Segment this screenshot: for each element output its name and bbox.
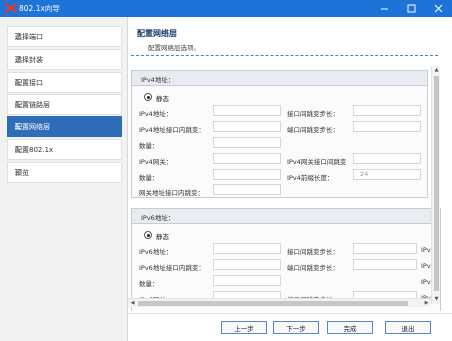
ipv4-group-header: IPv4地址： (132, 71, 427, 86)
main-panel: 配置网络层 配置网络层选项。 IPv4地址： 静态 IPv4地址： 接口间跳变步… (128, 17, 452, 341)
next-button[interactable]: 下一步 (273, 321, 319, 334)
ipv6-address-step-label: IPv6地址接口内跳变： (139, 264, 205, 272)
scroll-right-icon[interactable]: ▶ (422, 299, 431, 308)
ipv4-gateway-in-step-input[interactable] (213, 184, 281, 195)
ipv4-prefix-label: IPv4前缀长度： (287, 174, 334, 182)
ipv4-static-label: 静态 (156, 95, 169, 103)
ipv4-port-step-label: 接口间跳变步长： (287, 110, 339, 118)
ipv6-address-step-input[interactable] (213, 259, 281, 270)
ipv6-count-input[interactable] (213, 275, 281, 286)
ipv6-cut-label-2: IPv (421, 262, 431, 270)
title-bar: 802.1x向导 (0, 0, 452, 17)
divider (131, 55, 438, 56)
ipv4-prefix-input[interactable]: 24 (353, 169, 421, 180)
ipv4-gateway-input[interactable] (213, 153, 281, 164)
ipv6-group-header: IPv6地址： (132, 209, 440, 224)
ipv6-port-step2-label: 端口间跳变步长： (287, 264, 339, 272)
finish-button[interactable]: 完成 (327, 321, 373, 334)
scroll-down-icon[interactable]: ▼ (432, 295, 441, 304)
ipv4-count-input[interactable] (213, 137, 281, 148)
prev-button[interactable]: 上一步 (221, 321, 267, 334)
ipv4-gateway-step-label: IPv4网关接口间跳变 (287, 158, 347, 166)
vertical-scrollbar[interactable]: ▲ ▼ (431, 66, 440, 304)
ipv6-static-label: 静态 (156, 233, 169, 241)
ipv4-port-step2-label: 端口间跳变步长： (287, 126, 339, 134)
ipv6-header-label: IPv6地址： (141, 214, 175, 222)
ipv4-count-label: 数量： (139, 142, 159, 150)
sidebar-item-select-encapsulation[interactable]: ☰ 选择封装 (7, 49, 122, 70)
ipv6-cut-label-3: IPv (421, 278, 431, 286)
scroll-up-icon[interactable]: ▲ (432, 66, 441, 75)
ipv6-port-step-label: 接口间跳变步长： (287, 248, 339, 256)
ipv6-cut-label-1: IPv (421, 246, 431, 254)
ipv6-port-step-input[interactable] (353, 243, 417, 254)
ipv6-port-step2-input[interactable] (353, 259, 417, 270)
ipv4-count2-label: 数量： (139, 174, 159, 182)
ipv4-port-step2-input[interactable] (353, 121, 421, 132)
vertical-scroll-thumb[interactable] (434, 76, 439, 291)
sidebar-item-preview[interactable]: ☰ 预览 (7, 162, 122, 183)
ipv6-address-input[interactable] (213, 243, 281, 254)
scroll-left-icon[interactable]: ◀ (128, 299, 137, 308)
sidebar-item-label: 选择端口 (15, 32, 43, 41)
close-icon[interactable] (424, 0, 452, 17)
sidebar-item-label: 配置链路层 (15, 100, 50, 109)
page-title: 配置网络层 (137, 29, 177, 38)
ipv6-static-radio[interactable] (144, 231, 152, 239)
ipv6-count-label: 数量： (139, 280, 159, 288)
sidebar-item-config-network-layer[interactable]: ☰ 配置网络层 (7, 116, 122, 137)
ipv4-address-step-input[interactable] (213, 121, 281, 132)
ipv4-address-label: IPv4地址： (139, 110, 173, 118)
exit-button[interactable]: 退出 (385, 321, 431, 334)
window-title: 802.1x向导 (19, 4, 60, 13)
sidebar-item-config-8021x[interactable]: ☰ 配置802.1x (7, 139, 122, 160)
ipv4-group: IPv4地址： 静态 IPv4地址： 接口间跳变步长： IPv4地址接口内跳变：… (131, 70, 428, 198)
ipv6-address-label: IPv6地址： (139, 248, 173, 256)
maximize-icon[interactable] (397, 0, 425, 17)
horizontal-scroll-thumb[interactable] (138, 301, 408, 306)
form-scroll-area: IPv4地址： 静态 IPv4地址： 接口间跳变步长： IPv4地址接口内跳变：… (128, 61, 450, 311)
ipv4-gateway-label: IPv4网关： (139, 158, 173, 166)
wizard-sidebar: ☰ 选择端口 ☰ 选择封装 ☰ 配置接口 ☰ 配置链路层 ☰ 配置网络层 ☰ 配… (0, 17, 128, 341)
sidebar-item-select-port[interactable]: ☰ 选择端口 (7, 26, 122, 47)
sidebar-item-label: 选择封装 (15, 55, 43, 64)
sidebar-item-label: 预览 (15, 168, 29, 177)
app-logo-icon (5, 3, 17, 13)
ipv4-address-input[interactable] (213, 105, 281, 116)
ipv4-gateway-in-step-label: 网关地址接口内跳变： (139, 189, 204, 197)
ipv4-static-radio[interactable] (144, 93, 152, 101)
ipv4-count2-input[interactable] (213, 169, 281, 180)
sidebar-item-config-link-layer[interactable]: ☰ 配置链路层 (7, 94, 122, 115)
ipv4-address-step-label: IPv4地址接口内跳变： (139, 126, 205, 134)
ipv4-port-step-input[interactable] (353, 105, 421, 116)
sidebar-item-label: 配置802.1x (15, 145, 54, 154)
sidebar-item-label: 配置网络层 (15, 122, 50, 131)
ipv6-group: IPv6地址： 静态 IPv6地址： 接口间跳变步长： IPv IPv6地址接口… (131, 208, 441, 311)
minimize-icon[interactable] (370, 0, 398, 17)
ipv4-header-label: IPv4地址： (141, 76, 175, 84)
ipv4-gateway-step-input[interactable] (353, 153, 421, 164)
sidebar-item-config-interface[interactable]: ☰ 配置接口 (7, 72, 122, 93)
horizontal-scrollbar[interactable]: ◀ ▶ (128, 298, 431, 307)
sidebar-item-label: 配置接口 (15, 78, 43, 87)
footer-divider (128, 313, 452, 314)
page-subtitle: 配置网络层选项。 (148, 44, 200, 52)
